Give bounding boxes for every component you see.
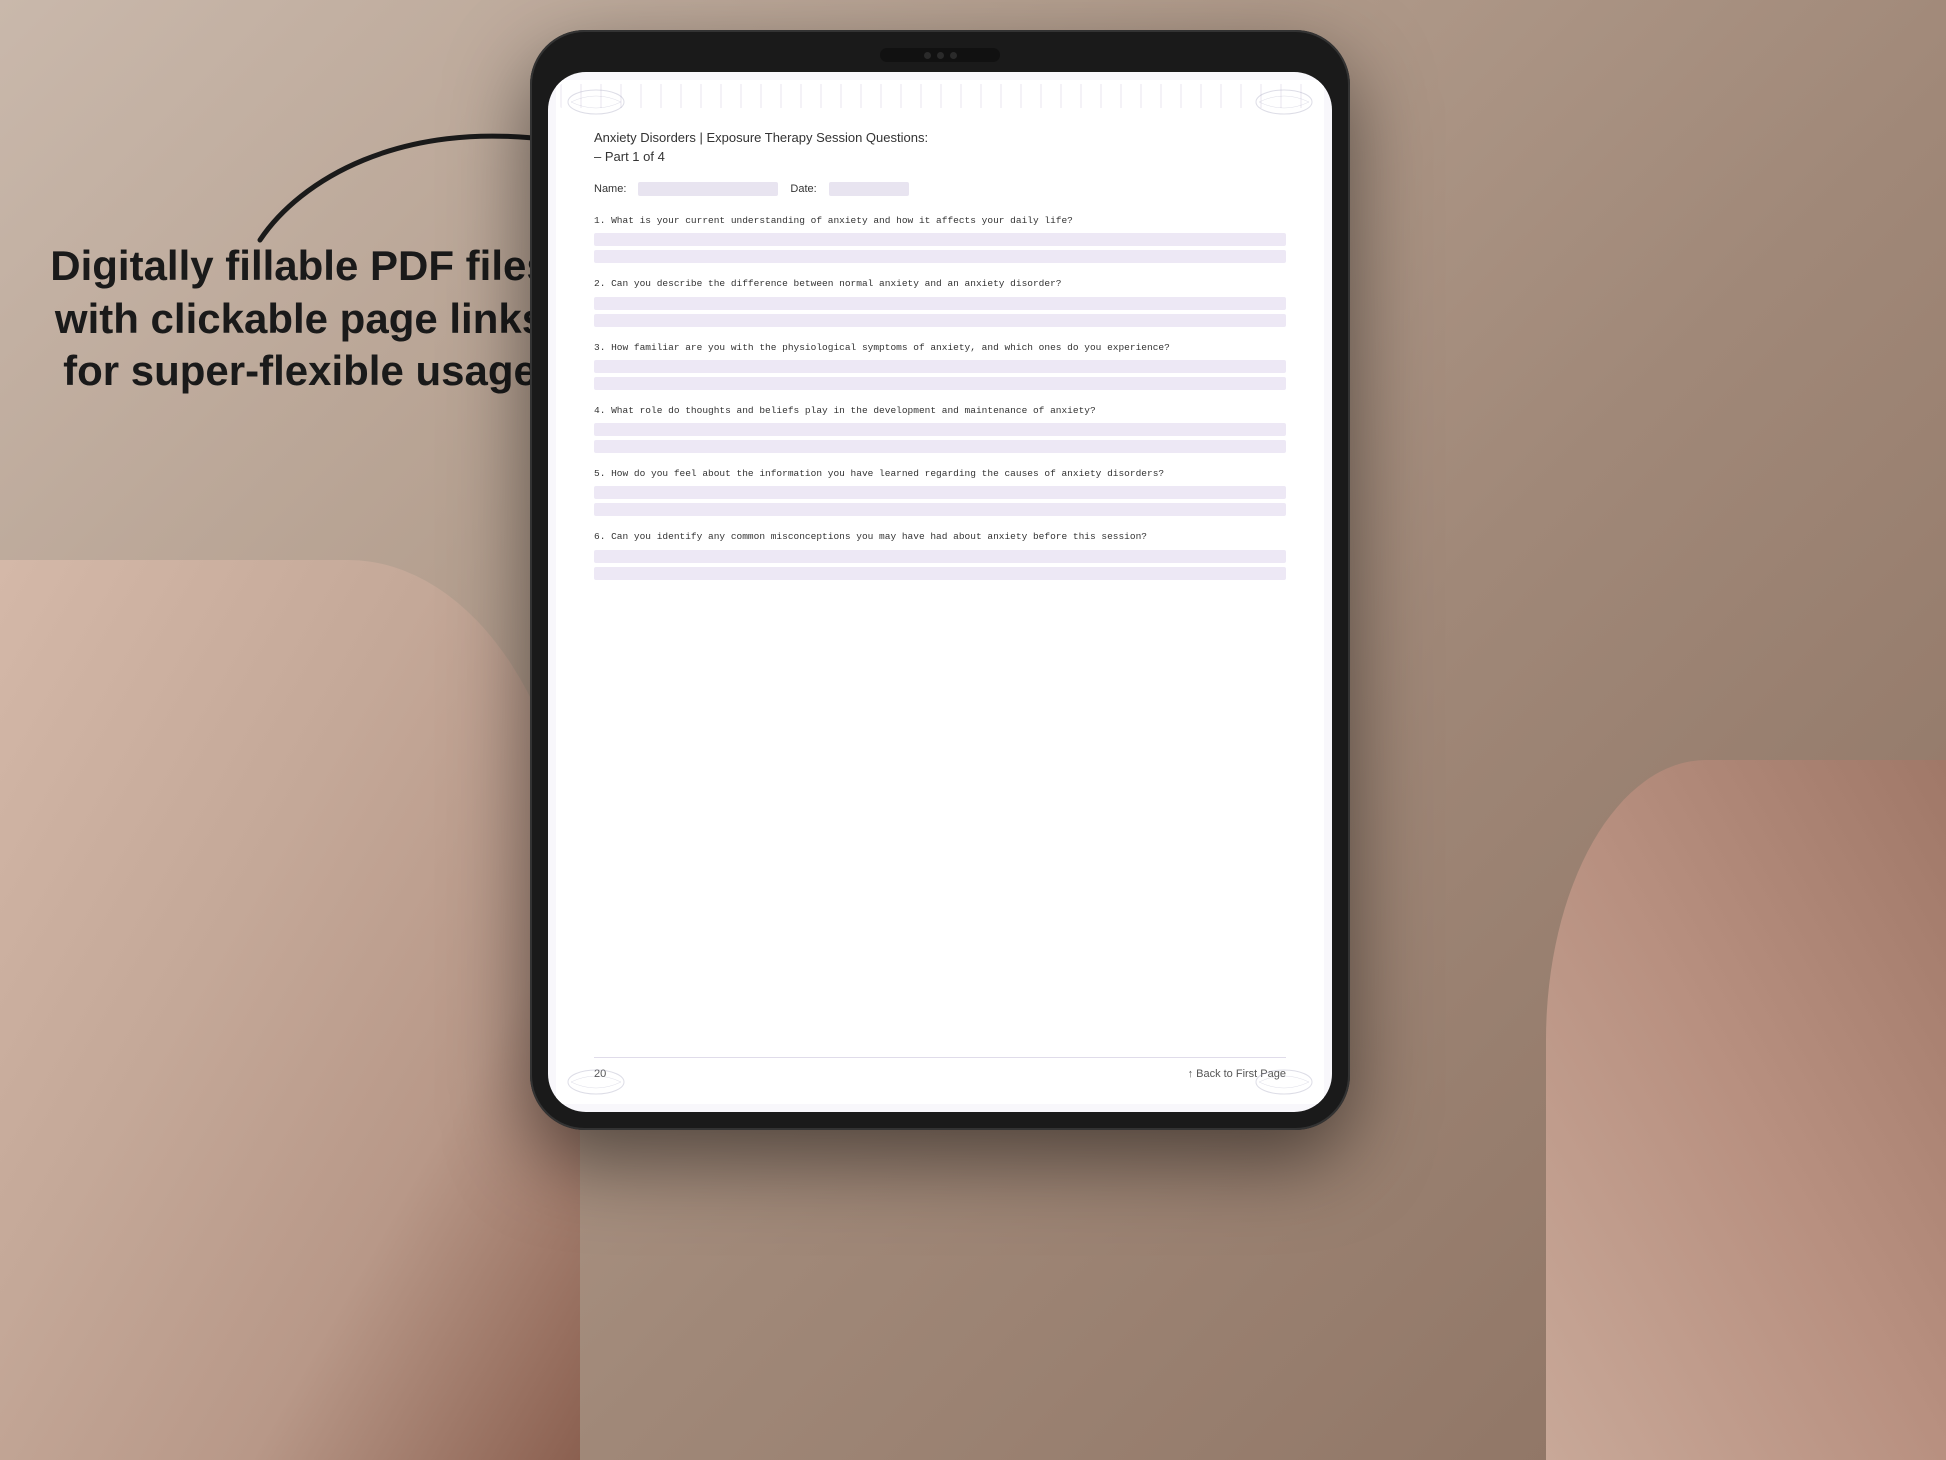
bottom-deco — [556, 1068, 1324, 1096]
answer-line[interactable] — [594, 550, 1286, 563]
questions-list: 1. What is your current understanding of… — [594, 214, 1286, 594]
promo-line3: for super-flexible usage — [63, 347, 537, 394]
question-4: 4. What role do thoughts and beliefs pla… — [594, 404, 1286, 453]
answer-line[interactable] — [594, 486, 1286, 499]
question-3-answer — [594, 360, 1286, 390]
answer-line[interactable] — [594, 233, 1286, 246]
question-4-answer — [594, 423, 1286, 453]
question-2: 2. Can you describe the difference betwe… — [594, 277, 1286, 326]
answer-line[interactable] — [594, 297, 1286, 310]
question-1: 1. What is your current understanding of… — [594, 214, 1286, 263]
camera-dot-2 — [937, 52, 944, 59]
date-field[interactable] — [829, 182, 909, 196]
hand-right — [1546, 760, 1946, 1460]
question-3: 3. How familiar are you with the physiol… — [594, 341, 1286, 390]
question-1-text: 1. What is your current understanding of… — [594, 214, 1286, 227]
name-date-row: Name: Date: — [594, 182, 1286, 196]
top-deco — [556, 88, 1324, 116]
question-1-answer — [594, 233, 1286, 263]
promo-line2: with clickable page links — [55, 295, 545, 342]
question-2-answer — [594, 297, 1286, 327]
answer-line[interactable] — [594, 377, 1286, 390]
promo-text-block: Digitally fillable PDF files with clicka… — [50, 240, 550, 398]
answer-line[interactable] — [594, 423, 1286, 436]
pdf-title: Anxiety Disorders | Exposure Therapy Ses… — [594, 130, 1286, 145]
question-6-answer — [594, 550, 1286, 580]
camera-bar — [880, 48, 1000, 62]
answer-line[interactable] — [594, 250, 1286, 263]
answer-line[interactable] — [594, 440, 1286, 453]
answer-line[interactable] — [594, 503, 1286, 516]
question-4-text: 4. What role do thoughts and beliefs pla… — [594, 404, 1286, 417]
question-5: 5. How do you feel about the information… — [594, 467, 1286, 516]
question-3-text: 3. How familiar are you with the physiol… — [594, 341, 1286, 354]
question-5-text: 5. How do you feel about the information… — [594, 467, 1286, 480]
question-2-text: 2. Can you describe the difference betwe… — [594, 277, 1286, 290]
answer-line[interactable] — [594, 567, 1286, 580]
pdf-page: Anxiety Disorders | Exposure Therapy Ses… — [556, 80, 1324, 1104]
hand-left — [0, 560, 580, 1460]
tablet: Anxiety Disorders | Exposure Therapy Ses… — [530, 30, 1350, 1130]
name-label: Name: — [594, 183, 626, 195]
promo-line1: Digitally fillable PDF files — [50, 242, 549, 289]
date-label: Date: — [790, 183, 816, 195]
question-6-text: 6. Can you identify any common misconcep… — [594, 530, 1286, 543]
question-5-answer — [594, 486, 1286, 516]
question-6: 6. Can you identify any common misconcep… — [594, 530, 1286, 579]
camera-dot-3 — [950, 52, 957, 59]
name-field[interactable] — [638, 182, 778, 196]
answer-line[interactable] — [594, 314, 1286, 327]
pdf-subtitle: – Part 1 of 4 — [594, 149, 1286, 164]
camera-dot-1 — [924, 52, 931, 59]
answer-line[interactable] — [594, 360, 1286, 373]
tablet-screen: Anxiety Disorders | Exposure Therapy Ses… — [548, 72, 1332, 1112]
